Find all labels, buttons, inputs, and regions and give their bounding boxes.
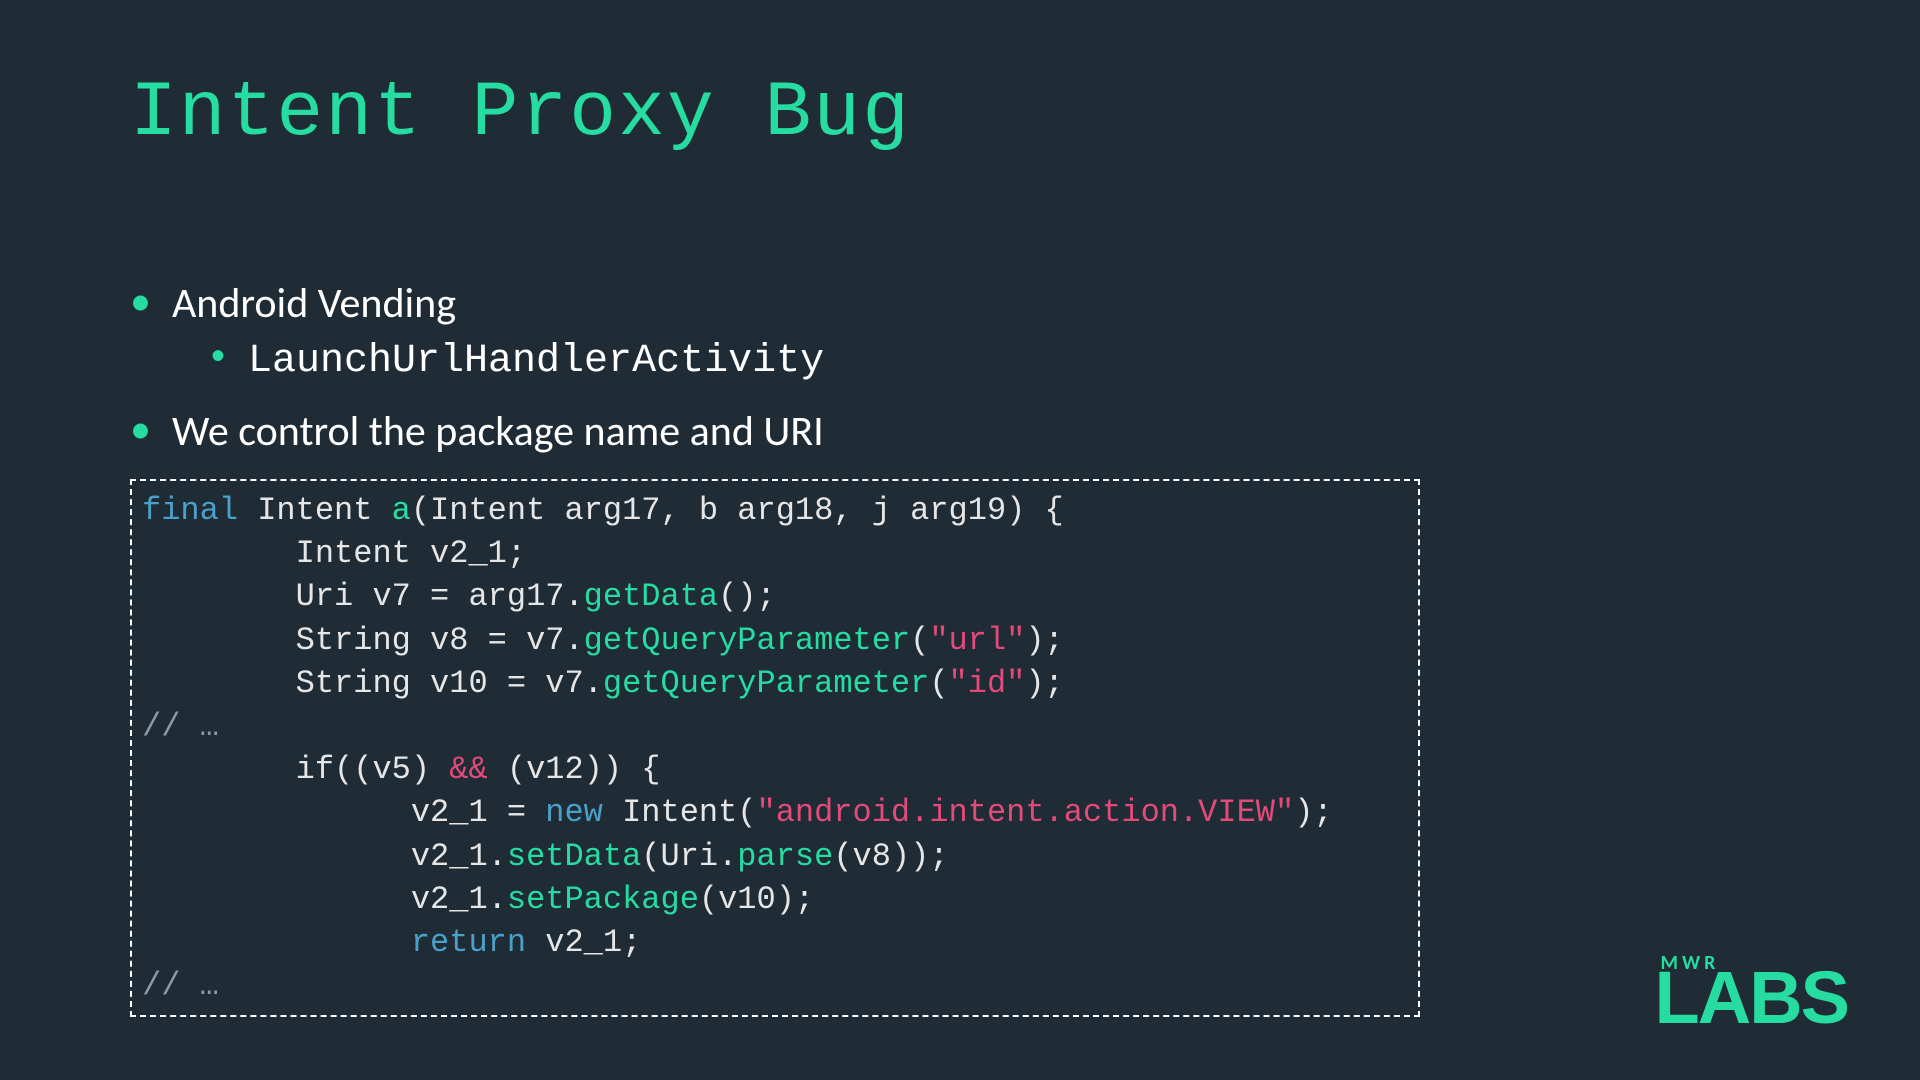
code-token: setPackage <box>507 881 699 918</box>
code-token: ( <box>910 622 929 659</box>
code-token: (v10); <box>699 881 814 918</box>
code-token: && <box>449 751 487 788</box>
code-block: final Intent a(Intent arg17, b arg18, j … <box>130 479 1420 1017</box>
code-token: Intent v2_1; <box>142 535 526 572</box>
code-token: ); <box>1294 794 1332 831</box>
code-token: "android.intent.action.VIEW" <box>757 794 1295 831</box>
code-token: ); <box>1025 622 1063 659</box>
code-token: (v12)) { <box>488 751 661 788</box>
code-token: Intent( <box>603 794 757 831</box>
sub-bullet-list: LaunchUrlHandlerActivity <box>172 339 1790 384</box>
bullet-list: Android Vending LaunchUrlHandlerActivity… <box>130 278 1790 457</box>
bullet-1-text: Android Vending <box>172 278 456 329</box>
code-token: getData <box>584 578 718 615</box>
code-token: new <box>545 794 603 831</box>
code-token: v2_1 = <box>142 794 545 831</box>
code-token: return <box>411 924 526 961</box>
code-token: (Intent arg17, b arg18, j arg19) { <box>411 492 1064 529</box>
code-comment: // … <box>142 967 219 1004</box>
code-token: v2_1. <box>142 838 507 875</box>
code-token: String v10 = v7. <box>142 665 603 702</box>
code-token: String v8 = v7. <box>142 622 584 659</box>
code-token: setData <box>507 838 641 875</box>
code-token <box>142 924 411 961</box>
code-comment: // … <box>142 708 219 745</box>
code-token: parse <box>737 838 833 875</box>
slide-title: Intent Proxy Bug <box>130 70 1790 158</box>
code-token: final <box>142 492 238 529</box>
code-token: Uri v7 = arg17. <box>142 578 584 615</box>
code-token: getQueryParameter <box>603 665 929 702</box>
code-token: ( <box>929 665 948 702</box>
code-token: Intent <box>238 492 392 529</box>
code-token: "url" <box>929 622 1025 659</box>
sub-bullet-1: LaunchUrlHandlerActivity <box>206 339 1790 384</box>
code-token: a <box>392 492 411 529</box>
code-token: v2_1. <box>142 881 507 918</box>
code-token: ); <box>1025 665 1063 702</box>
code-token: (Uri. <box>641 838 737 875</box>
code-token: getQueryParameter <box>584 622 910 659</box>
slide: Intent Proxy Bug Android Vending LaunchU… <box>0 0 1920 1080</box>
code-token: "id" <box>949 665 1026 702</box>
code-token: (); <box>718 578 776 615</box>
mwr-labs-logo: MWR LABS <box>1655 951 1848 1032</box>
bullet-1: Android Vending LaunchUrlHandlerActivity <box>130 278 1790 384</box>
bullet-2: We control the package name and URI <box>130 406 1790 457</box>
code-token: (v8)); <box>833 838 948 875</box>
code-token: v2_1; <box>526 924 641 961</box>
logo-bottom-text: LABS <box>1655 965 1848 1032</box>
code-token: if((v5) <box>142 751 449 788</box>
